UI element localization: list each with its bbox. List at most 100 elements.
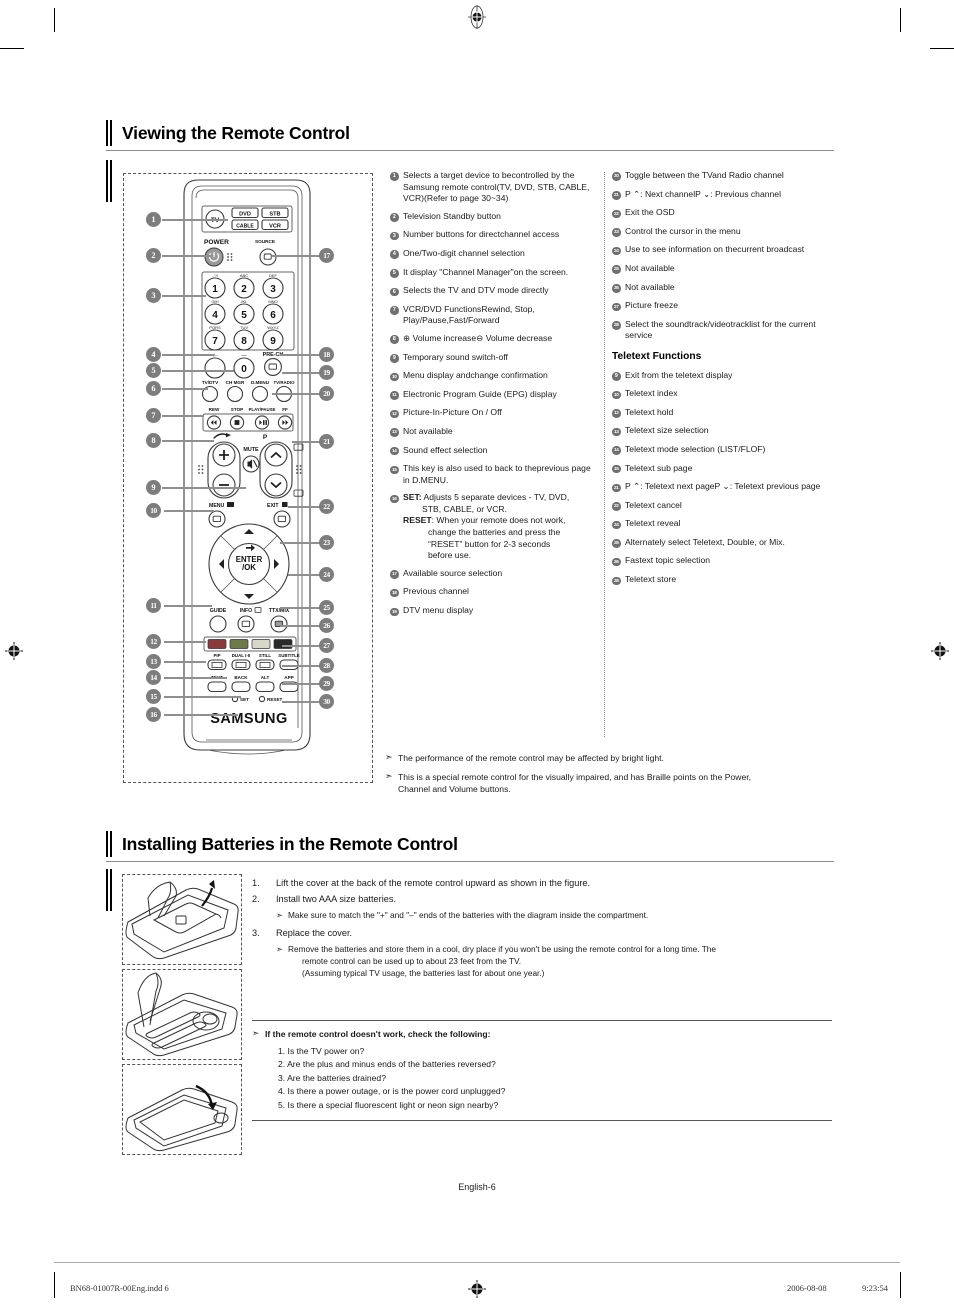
leader-9 bbox=[162, 487, 246, 489]
checklist-item: 4. Is there a power outage, or is the po… bbox=[278, 1086, 506, 1096]
section2-accent-bar bbox=[106, 831, 112, 857]
function-line: Use to see information on the bbox=[625, 244, 738, 255]
svg-text:6: 6 bbox=[270, 310, 276, 321]
callout-28: 28 bbox=[319, 658, 334, 673]
numbered-bullet-icon: 16 bbox=[390, 494, 399, 504]
leader-1 bbox=[162, 219, 228, 221]
registration-mark-left bbox=[5, 642, 23, 660]
function-line: Teletext hold bbox=[625, 406, 674, 417]
callout-21: 21 bbox=[319, 434, 334, 449]
numbered-bullet-icon: 20 bbox=[612, 172, 621, 181]
crop-mark-top-left bbox=[54, 8, 55, 32]
function-text: SET: Adjusts 5 separate devices - TV, DV… bbox=[403, 492, 595, 562]
section-installing-batteries: Installing Batteries in the Remote Contr… bbox=[106, 831, 834, 863]
step-note-text: Make sure to match the "+" and "–" ends … bbox=[288, 910, 649, 920]
function-line: and Radio channel bbox=[712, 170, 784, 180]
function-text: Not available bbox=[403, 426, 595, 438]
callout-29: 29 bbox=[319, 676, 334, 691]
function-line: P ⌃: Next channel bbox=[625, 188, 696, 199]
callout-9: 9 bbox=[146, 480, 161, 495]
function-text: Television Standby button bbox=[403, 211, 595, 223]
function-item: 17 Available source selection bbox=[390, 568, 595, 581]
function-number: 12 bbox=[612, 407, 623, 420]
numbered-bullet-icon: 12 bbox=[612, 409, 621, 418]
numbered-bullet-icon: 27 bbox=[612, 302, 621, 312]
numbered-bullet-icon: 22 bbox=[612, 209, 621, 219]
crop-mark-top-right bbox=[900, 8, 901, 32]
function-number: 17 bbox=[390, 568, 401, 581]
battery-figure-1 bbox=[125, 880, 239, 960]
function-line: RESET: When your remote does not work, bbox=[403, 515, 566, 526]
function-text: Picture freeze bbox=[625, 300, 830, 312]
function-item: 22 Exit the OSD bbox=[612, 207, 830, 220]
callout-22: 22 bbox=[319, 499, 334, 514]
function-number: 24 bbox=[612, 518, 623, 531]
function-line: on the screen. bbox=[513, 266, 569, 277]
function-line: P ⌃: Teletext next page bbox=[625, 481, 715, 492]
function-item: 27 Picture freeze bbox=[612, 300, 830, 313]
section1-accent-bar bbox=[106, 120, 112, 146]
svg-text:DUAL I-II: DUAL I-II bbox=[232, 653, 250, 658]
callout-12: 12 bbox=[146, 634, 161, 649]
function-line: Teletext reveal bbox=[625, 518, 681, 529]
function-text: Control the cursor in the menu bbox=[625, 226, 830, 238]
numbered-bullet-icon: 22 bbox=[612, 502, 621, 511]
numbered-bullet-icon: 24 bbox=[612, 520, 621, 530]
leader-15 bbox=[164, 696, 241, 698]
function-text: Available source selection bbox=[403, 568, 595, 580]
function-item: 22 Teletext cancel bbox=[612, 500, 830, 513]
function-item: 26 Fastext topic selection bbox=[612, 555, 830, 568]
function-line: change the batteries and press the bbox=[428, 527, 561, 538]
function-item: 26 Not available bbox=[612, 282, 830, 295]
svg-text:MUTE: MUTE bbox=[243, 447, 259, 453]
step-item: 1. Lift the cover at the back of the remo… bbox=[252, 877, 832, 890]
crop-mark-bottom-right bbox=[900, 1272, 901, 1298]
numbered-bullet-icon: 18 bbox=[390, 588, 399, 598]
note-item: ➣ The performance of the remote control m… bbox=[385, 752, 835, 764]
function-text: Teletext store bbox=[625, 574, 830, 586]
function-number: 11 bbox=[390, 389, 401, 402]
function-text: DTV menu display bbox=[403, 605, 595, 617]
section2-side-bar-inner bbox=[108, 869, 110, 911]
function-number: 14 bbox=[390, 445, 401, 458]
troubleshooting-checklist: ➣ If the remote control doesn't work, ch… bbox=[252, 1020, 832, 1121]
function-line: One/Two-digit channel selection bbox=[403, 247, 525, 258]
numbered-bullet-icon: 12 bbox=[390, 409, 399, 419]
battery-figure-3 bbox=[125, 1084, 238, 1152]
svg-text:SUBTITLE: SUBTITLE bbox=[278, 653, 300, 658]
function-item: 13 Teletext size selection bbox=[612, 425, 830, 438]
function-item: 16 SET: Adjusts 5 separate devices - TV, … bbox=[390, 492, 595, 562]
function-text: Not available bbox=[625, 282, 830, 294]
function-line: Not available bbox=[625, 262, 675, 273]
function-number: 1 bbox=[390, 170, 401, 183]
callout-25: 25 bbox=[319, 600, 334, 615]
function-line: Temporary sound switch-off bbox=[403, 351, 508, 362]
numbered-bullet-icon: 26 bbox=[612, 557, 621, 567]
numbered-bullet-icon: 26 bbox=[612, 284, 621, 293]
function-item: 8 ⊕ Volume increase⊖ Volume decrease bbox=[390, 333, 595, 346]
function-number: 10 bbox=[390, 370, 401, 383]
function-item: 6 Selects the TV and DTV mode directly bbox=[390, 285, 595, 298]
column-divider-1 bbox=[604, 172, 605, 737]
function-text: Teletext hold bbox=[625, 407, 830, 419]
function-line: Selects the TV and DTV mode directly bbox=[403, 285, 549, 296]
function-number: 28 bbox=[612, 319, 623, 332]
function-item: 25 Not available bbox=[612, 263, 830, 276]
svg-text:MENU: MENU bbox=[209, 503, 225, 509]
function-line: Toggle between the TV bbox=[625, 170, 713, 180]
function-line: Previous channel bbox=[403, 586, 469, 597]
function-number: 25 bbox=[612, 537, 623, 550]
function-line: Picture freeze bbox=[625, 300, 679, 311]
svg-text:2: 2 bbox=[241, 284, 247, 295]
leader-29 bbox=[282, 683, 322, 685]
registration-mark-bottom bbox=[468, 1280, 486, 1298]
svg-text:CABLE: CABLE bbox=[236, 223, 254, 229]
svg-text:STOP: STOP bbox=[231, 407, 243, 412]
leader-12 bbox=[164, 641, 206, 643]
svg-text:7: 7 bbox=[212, 336, 218, 347]
function-item: 24 Teletext reveal bbox=[612, 518, 830, 531]
svg-text:TUV: TUV bbox=[240, 325, 248, 330]
function-text: ⊕ Volume increase⊖ Volume decrease bbox=[403, 333, 595, 345]
function-line: Fast/Forward bbox=[448, 315, 500, 326]
function-line: SET: Adjusts 5 separate devices - TV, DV… bbox=[403, 492, 570, 503]
